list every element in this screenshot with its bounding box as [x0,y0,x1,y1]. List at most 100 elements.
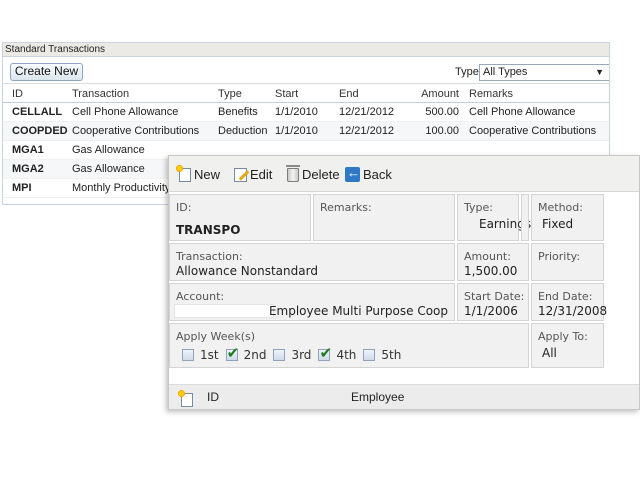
column-header-id[interactable]: ID [12,88,23,100]
start-date-label: Start Date: [464,290,525,303]
account-code-box [174,304,274,318]
id-label: ID: [176,201,192,214]
row-type: Benefits [218,106,258,118]
row-transaction: Gas Allowance [72,144,145,156]
id-value: TRANSPO [176,223,241,237]
row-id: CELLALL [12,106,63,118]
row-start: 1/1/2010 [275,125,318,137]
column-header-start[interactable]: Start [275,88,298,100]
row-type: Deduction [218,125,268,137]
row-id: MGA2 [12,163,44,175]
priority-label: Priority: [538,250,581,263]
employee-grid-employee-header[interactable]: Employee [351,390,404,404]
type-spacer [521,194,529,241]
end-date-field: End Date: 12/31/2008 [531,283,608,321]
account-label: Account: [176,290,225,303]
remarks-field: Remarks: [313,194,455,241]
column-header-transaction[interactable]: Transaction [72,88,129,100]
type-filter-value: All Types [483,66,528,78]
account-field: Account: Employee Multi Purpose Coop [169,283,455,321]
week-1st-option[interactable]: 1st [182,348,219,362]
row-transaction: Cooperative Contributions [72,125,200,137]
back-button[interactable]: Back [345,164,392,184]
edit-button[interactable]: Edit [234,164,272,184]
row-remarks: Cell Phone Allowance [469,106,576,118]
column-header-type[interactable]: Type [218,88,242,100]
apply-to-value: All [542,346,557,360]
column-header-end[interactable]: End [339,88,359,100]
type-filter-label: Type: [455,66,482,78]
row-id: MPI [12,182,32,194]
row-transaction: Gas Allowance [72,163,145,175]
trash-icon [286,165,300,182]
new-button[interactable]: New [176,164,221,184]
column-header-remarks[interactable]: Remarks [469,88,513,100]
edit-button-label: Edit [250,166,273,182]
remarks-label: Remarks: [320,201,372,214]
week-5th-option[interactable]: 5th [363,348,401,362]
delete-button-label: Delete [302,166,340,182]
list-toolbar: Create New Type: All Types ▼ [3,57,609,83]
week-4th-option[interactable]: 4th [318,344,357,362]
apply-to-label: Apply To: [538,330,588,343]
id-field: ID: TRANSPO [169,194,311,241]
row-amount: 500.00 [425,106,459,118]
new-button-label: New [194,166,221,182]
end-date-label: End Date: [538,290,593,303]
back-button-label: Back [363,166,392,182]
week-4th-label: 4th [336,348,357,362]
row-transaction: Monthly Productivity i [72,182,176,194]
transaction-value: Allowance Nonstandard [176,264,318,278]
transaction-detail-panel: New Edit Delete Back ID: TRANSPO Remarks… [168,155,640,410]
edit-pencil-icon [234,167,247,182]
create-new-button[interactable]: Create New [10,63,83,81]
employee-grid-header: ID Employee [169,384,639,409]
apply-weeks-label: Apply Week(s) [176,330,256,343]
row-end: 12/21/2012 [339,106,395,118]
week-2nd-checkbox[interactable] [225,344,239,362]
row-end: 12/21/2012 [339,125,395,137]
week-3rd-option[interactable]: 3rd [273,348,311,362]
week-checkbox-group: 1st 2nd 3rd 4th 5th [182,344,408,362]
new-document-icon [176,165,191,182]
method-label: Method: [538,201,583,214]
priority-field: Priority: [531,243,604,281]
row-amount: 100.00 [425,125,459,137]
new-row-icon[interactable] [178,390,193,407]
table-row[interactable]: COOPDED Cooperative Contributions Deduct… [3,122,609,141]
end-date-value: 12/31/2008 [538,304,608,318]
type-filter-select[interactable]: All Types ▼ [479,64,609,81]
week-1st-checkbox[interactable] [182,349,194,361]
account-value: Employee Multi Purpose Coop [268,304,448,318]
start-date-field: Start Date: 1/1/2006 [457,283,529,321]
table-row[interactable]: CELLALL Cell Phone Allowance Benefits 1/… [3,103,609,122]
column-header-amount[interactable]: Amount [413,88,459,100]
transaction-label: Transaction: [176,250,243,263]
delete-button[interactable]: Delete [286,164,340,184]
apply-weeks-field: Apply Week(s) 1st 2nd 3rd 4th 5th [169,323,529,368]
amount-label: Amount: [464,250,511,263]
row-id: MGA1 [12,144,44,156]
start-date-value: 1/1/2006 [464,304,518,318]
row-remarks: Cooperative Contributions [469,125,597,137]
row-id: COOPDED [12,125,68,137]
panel-title: Standard Transactions [3,43,609,57]
row-start: 1/1/2010 [275,106,318,118]
apply-to-field: Apply To: All [531,323,604,368]
list-header-row: ID Transaction Type Start End Amount Rem… [3,83,609,103]
dropdown-arrow-icon: ▼ [595,67,604,77]
week-4th-checkbox[interactable] [318,344,332,362]
employee-grid-id-header[interactable]: ID [207,390,219,404]
week-3rd-checkbox[interactable] [273,349,286,361]
week-2nd-label: 2nd [243,348,267,362]
week-3rd-label: 3rd [291,348,312,362]
detail-toolbar: New Edit Delete Back [169,156,639,192]
week-5th-checkbox[interactable] [363,349,376,361]
amount-value: 1,500.00 [464,264,518,278]
amount-field: Amount: 1,500.00 [457,243,529,281]
week-2nd-option[interactable]: 2nd [225,344,267,362]
week-5th-label: 5th [381,348,402,362]
method-value: Fixed [542,217,574,231]
row-transaction: Cell Phone Allowance [72,106,179,118]
type-field: Type: Earnings [457,194,531,241]
